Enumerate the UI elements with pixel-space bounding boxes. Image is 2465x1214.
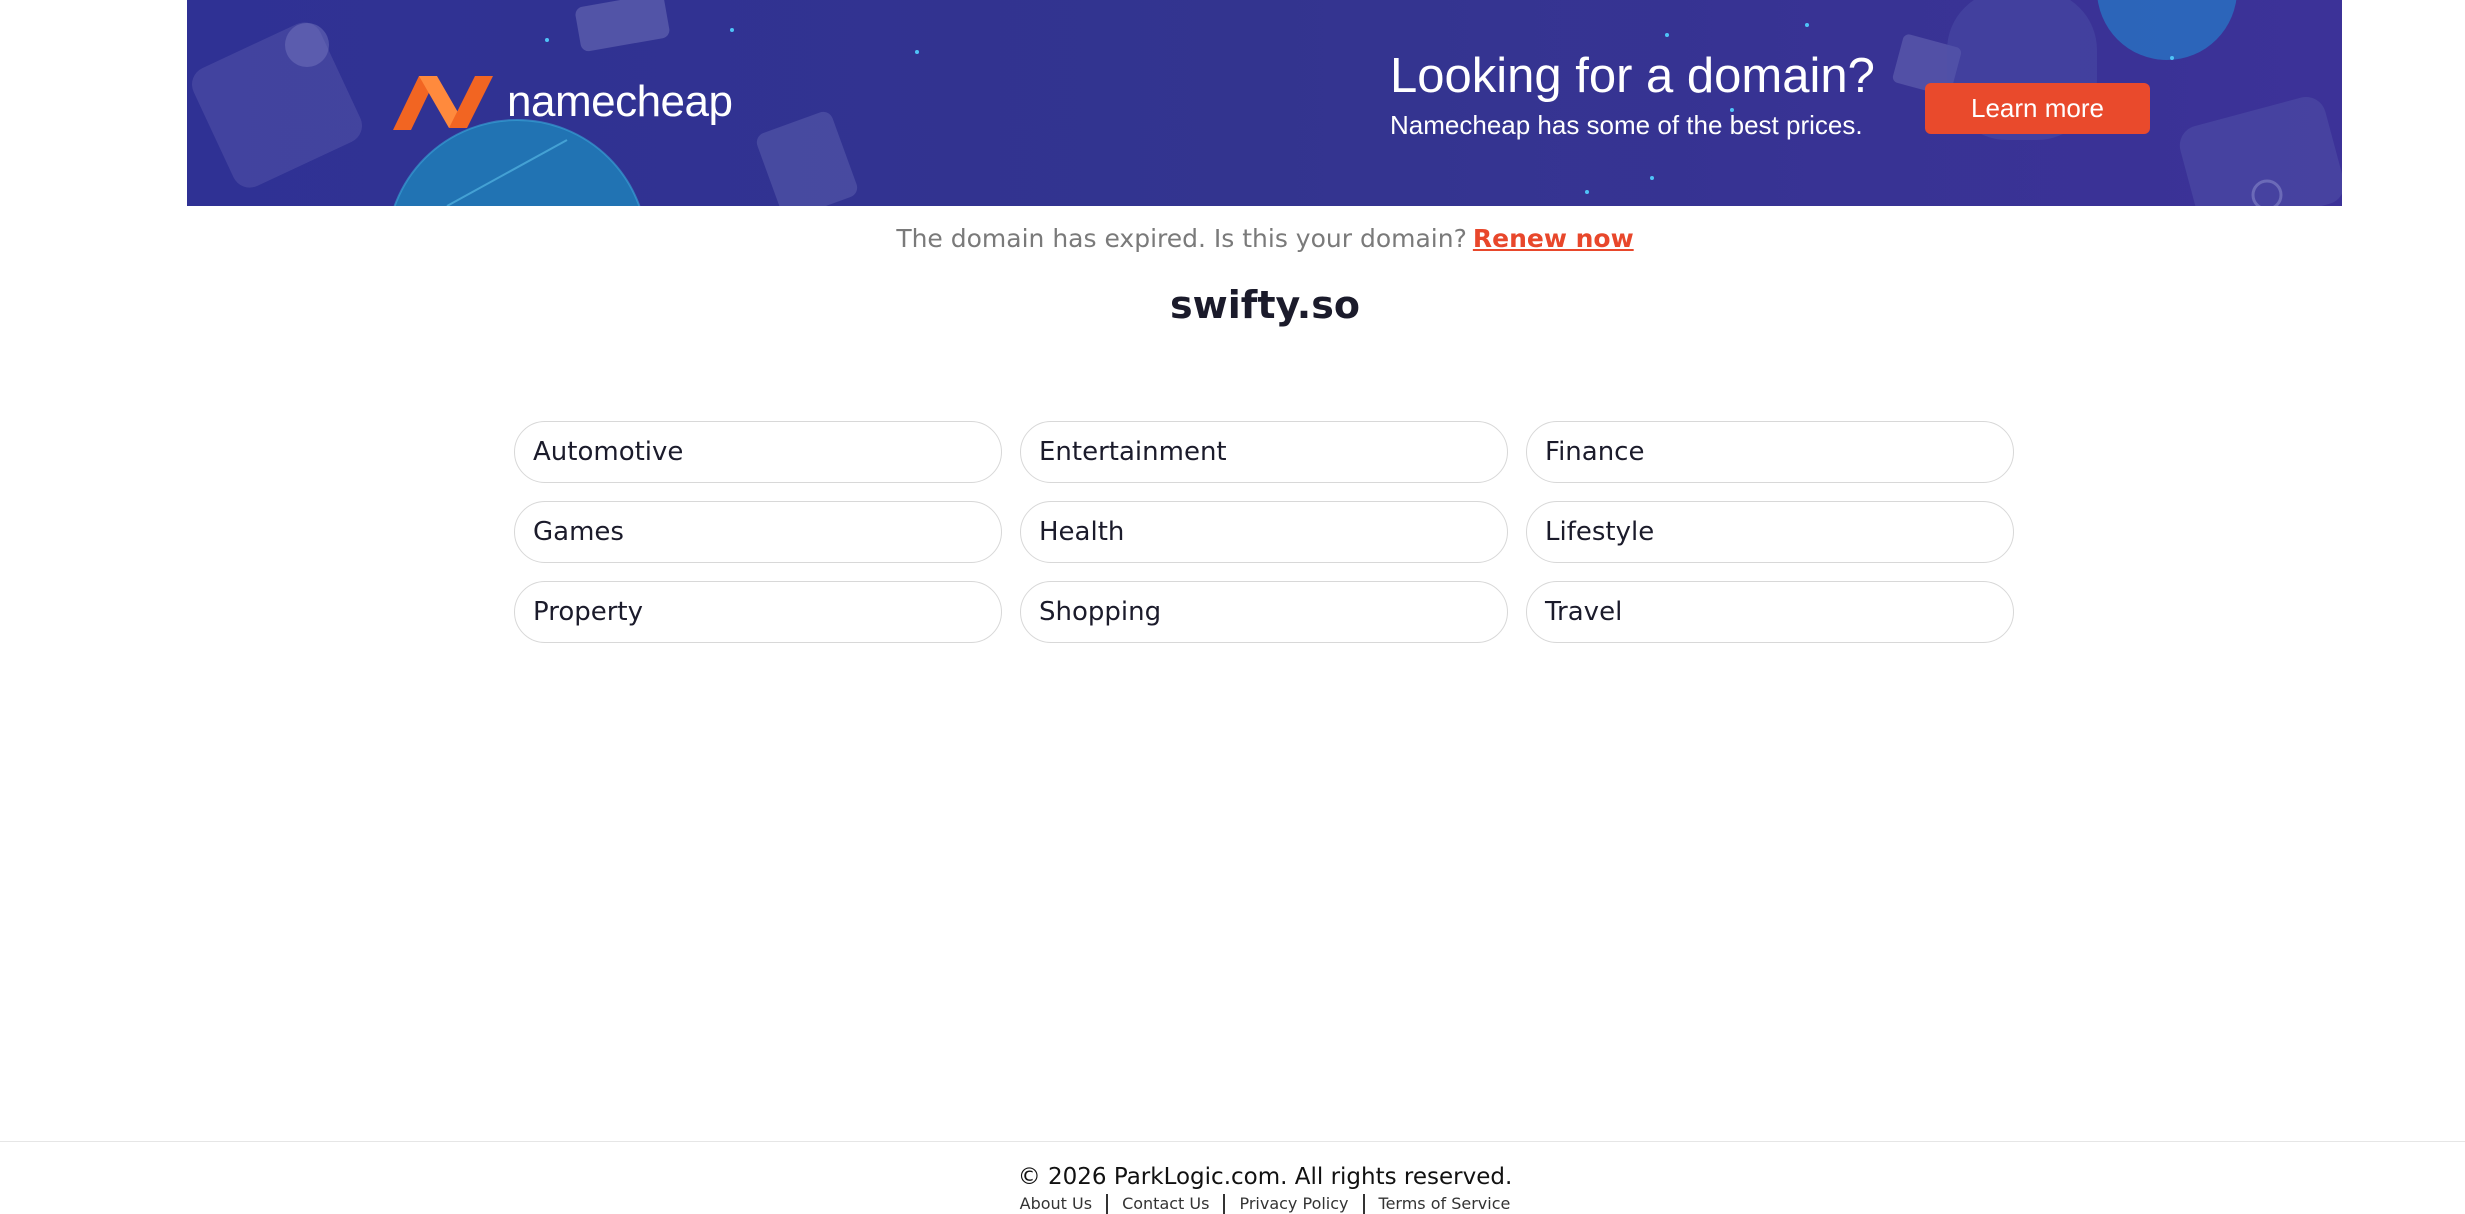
footer-link-about-us[interactable]: About Us [1006, 1194, 1106, 1214]
domain-name-heading: swifty.so [1170, 283, 1360, 327]
namecheap-logo: namecheap [389, 70, 733, 134]
category-travel[interactable]: Travel [1526, 581, 2014, 643]
learn-more-button[interactable]: Learn more [1925, 83, 2150, 134]
footer-links: About Us Contact Us Privacy Policy Terms… [0, 1194, 2465, 1214]
category-grid: Automotive Entertainment Finance Games H… [514, 421, 2014, 643]
category-lifestyle[interactable]: Lifestyle [1526, 501, 2014, 563]
footer-copyright: © 2026 ParkLogic.com. All rights reserve… [1017, 1164, 1513, 1190]
category-entertainment[interactable]: Entertainment [1020, 421, 1508, 483]
expired-notice-text: The domain has expired. Is this your dom… [896, 224, 1467, 253]
category-games[interactable]: Games [514, 501, 1002, 563]
promo-text: Looking for a domain? Namecheap has some… [1390, 49, 1875, 141]
category-property[interactable]: Property [514, 581, 1002, 643]
category-shopping[interactable]: Shopping [1020, 581, 1508, 643]
category-health[interactable]: Health [1020, 501, 1508, 563]
promo-subtitle: Namecheap has some of the best prices. [1390, 109, 1863, 140]
promo-title: Looking for a domain? [1390, 49, 1875, 103]
footer-link-contact-us[interactable]: Contact Us [1106, 1194, 1223, 1214]
category-finance[interactable]: Finance [1526, 421, 2014, 483]
renew-now-link[interactable]: Renew now [1473, 224, 1634, 253]
footer-divider [0, 1141, 2465, 1142]
ad-banner[interactable]: namecheap Looking for a domain? Namechea… [187, 0, 2342, 206]
footer-link-privacy-policy[interactable]: Privacy Policy [1223, 1194, 1362, 1214]
expired-notice: The domain has expired. Is this your dom… [0, 224, 2465, 253]
category-automotive[interactable]: Automotive [514, 421, 1002, 483]
footer-link-terms-of-service[interactable]: Terms of Service [1362, 1194, 1525, 1214]
namecheap-logo-icon [393, 76, 493, 130]
logo-wordmark: namecheap [507, 77, 733, 126]
